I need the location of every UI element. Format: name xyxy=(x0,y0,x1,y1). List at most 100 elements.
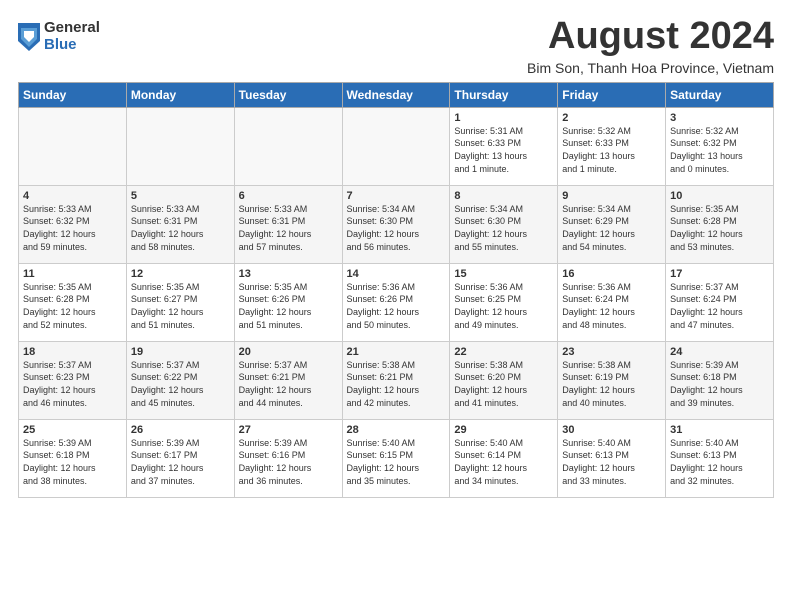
day-detail: Sunrise: 5:33 AM Sunset: 6:31 PM Dayligh… xyxy=(239,203,338,253)
logo-general-text: General xyxy=(44,20,100,37)
table-row xyxy=(342,107,450,185)
day-detail: Sunrise: 5:36 AM Sunset: 6:26 PM Dayligh… xyxy=(347,281,446,331)
day-detail: Sunrise: 5:31 AM Sunset: 6:33 PM Dayligh… xyxy=(454,125,553,175)
header-sunday: Sunday xyxy=(19,82,127,107)
header-wednesday: Wednesday xyxy=(342,82,450,107)
table-row: 7Sunrise: 5:34 AM Sunset: 6:30 PM Daylig… xyxy=(342,185,450,263)
table-row xyxy=(126,107,234,185)
day-number: 3 xyxy=(670,112,769,124)
table-row: 22Sunrise: 5:38 AM Sunset: 6:20 PM Dayli… xyxy=(450,341,558,419)
table-row: 25Sunrise: 5:39 AM Sunset: 6:18 PM Dayli… xyxy=(19,419,127,497)
day-number: 29 xyxy=(454,424,553,436)
day-detail: Sunrise: 5:34 AM Sunset: 6:30 PM Dayligh… xyxy=(347,203,446,253)
day-number: 16 xyxy=(562,268,661,280)
table-row: 13Sunrise: 5:35 AM Sunset: 6:26 PM Dayli… xyxy=(234,263,342,341)
day-number: 22 xyxy=(454,346,553,358)
day-number: 1 xyxy=(454,112,553,124)
day-number: 8 xyxy=(454,190,553,202)
title-block: August 2024 Bim Son, Thanh Hoa Province,… xyxy=(527,16,774,76)
table-row: 29Sunrise: 5:40 AM Sunset: 6:14 PM Dayli… xyxy=(450,419,558,497)
day-number: 2 xyxy=(562,112,661,124)
day-number: 10 xyxy=(670,190,769,202)
day-detail: Sunrise: 5:35 AM Sunset: 6:28 PM Dayligh… xyxy=(670,203,769,253)
location: Bim Son, Thanh Hoa Province, Vietnam xyxy=(527,60,774,76)
table-row: 3Sunrise: 5:32 AM Sunset: 6:32 PM Daylig… xyxy=(666,107,774,185)
day-detail: Sunrise: 5:39 AM Sunset: 6:17 PM Dayligh… xyxy=(131,437,230,487)
day-number: 23 xyxy=(562,346,661,358)
table-row: 9Sunrise: 5:34 AM Sunset: 6:29 PM Daylig… xyxy=(558,185,666,263)
day-detail: Sunrise: 5:39 AM Sunset: 6:18 PM Dayligh… xyxy=(670,359,769,409)
day-detail: Sunrise: 5:37 AM Sunset: 6:22 PM Dayligh… xyxy=(131,359,230,409)
logo-icon xyxy=(18,23,40,51)
day-number: 5 xyxy=(131,190,230,202)
day-number: 31 xyxy=(670,424,769,436)
table-row: 8Sunrise: 5:34 AM Sunset: 6:30 PM Daylig… xyxy=(450,185,558,263)
table-row: 27Sunrise: 5:39 AM Sunset: 6:16 PM Dayli… xyxy=(234,419,342,497)
page: General Blue August 2024 Bim Son, Thanh … xyxy=(0,0,792,508)
day-detail: Sunrise: 5:35 AM Sunset: 6:26 PM Dayligh… xyxy=(239,281,338,331)
day-number: 17 xyxy=(670,268,769,280)
header-thursday: Thursday xyxy=(450,82,558,107)
day-detail: Sunrise: 5:39 AM Sunset: 6:16 PM Dayligh… xyxy=(239,437,338,487)
table-row: 24Sunrise: 5:39 AM Sunset: 6:18 PM Dayli… xyxy=(666,341,774,419)
calendar: Sunday Monday Tuesday Wednesday Thursday… xyxy=(18,82,774,498)
logo: General Blue xyxy=(18,20,100,53)
day-number: 20 xyxy=(239,346,338,358)
day-number: 6 xyxy=(239,190,338,202)
table-row: 1Sunrise: 5:31 AM Sunset: 6:33 PM Daylig… xyxy=(450,107,558,185)
table-row: 23Sunrise: 5:38 AM Sunset: 6:19 PM Dayli… xyxy=(558,341,666,419)
table-row: 18Sunrise: 5:37 AM Sunset: 6:23 PM Dayli… xyxy=(19,341,127,419)
calendar-header-row: Sunday Monday Tuesday Wednesday Thursday… xyxy=(19,82,774,107)
day-detail: Sunrise: 5:32 AM Sunset: 6:33 PM Dayligh… xyxy=(562,125,661,175)
table-row: 5Sunrise: 5:33 AM Sunset: 6:31 PM Daylig… xyxy=(126,185,234,263)
table-row: 28Sunrise: 5:40 AM Sunset: 6:15 PM Dayli… xyxy=(342,419,450,497)
table-row: 30Sunrise: 5:40 AM Sunset: 6:13 PM Dayli… xyxy=(558,419,666,497)
table-row: 17Sunrise: 5:37 AM Sunset: 6:24 PM Dayli… xyxy=(666,263,774,341)
month-title: August 2024 xyxy=(527,16,774,58)
day-detail: Sunrise: 5:40 AM Sunset: 6:14 PM Dayligh… xyxy=(454,437,553,487)
day-number: 26 xyxy=(131,424,230,436)
day-number: 21 xyxy=(347,346,446,358)
day-number: 15 xyxy=(454,268,553,280)
day-detail: Sunrise: 5:36 AM Sunset: 6:24 PM Dayligh… xyxy=(562,281,661,331)
header-tuesday: Tuesday xyxy=(234,82,342,107)
day-detail: Sunrise: 5:34 AM Sunset: 6:29 PM Dayligh… xyxy=(562,203,661,253)
table-row: 21Sunrise: 5:38 AM Sunset: 6:21 PM Dayli… xyxy=(342,341,450,419)
day-detail: Sunrise: 5:32 AM Sunset: 6:32 PM Dayligh… xyxy=(670,125,769,175)
logo-blue-text: Blue xyxy=(44,37,100,54)
day-number: 18 xyxy=(23,346,122,358)
day-number: 4 xyxy=(23,190,122,202)
day-number: 13 xyxy=(239,268,338,280)
day-detail: Sunrise: 5:37 AM Sunset: 6:24 PM Dayligh… xyxy=(670,281,769,331)
day-number: 30 xyxy=(562,424,661,436)
day-number: 25 xyxy=(23,424,122,436)
table-row: 14Sunrise: 5:36 AM Sunset: 6:26 PM Dayli… xyxy=(342,263,450,341)
day-detail: Sunrise: 5:37 AM Sunset: 6:23 PM Dayligh… xyxy=(23,359,122,409)
day-detail: Sunrise: 5:36 AM Sunset: 6:25 PM Dayligh… xyxy=(454,281,553,331)
table-row: 19Sunrise: 5:37 AM Sunset: 6:22 PM Dayli… xyxy=(126,341,234,419)
calendar-week-row: 1Sunrise: 5:31 AM Sunset: 6:33 PM Daylig… xyxy=(19,107,774,185)
day-number: 19 xyxy=(131,346,230,358)
header-friday: Friday xyxy=(558,82,666,107)
header-saturday: Saturday xyxy=(666,82,774,107)
logo-text: General Blue xyxy=(44,20,100,53)
calendar-week-row: 25Sunrise: 5:39 AM Sunset: 6:18 PM Dayli… xyxy=(19,419,774,497)
day-detail: Sunrise: 5:40 AM Sunset: 6:13 PM Dayligh… xyxy=(670,437,769,487)
day-detail: Sunrise: 5:37 AM Sunset: 6:21 PM Dayligh… xyxy=(239,359,338,409)
day-detail: Sunrise: 5:34 AM Sunset: 6:30 PM Dayligh… xyxy=(454,203,553,253)
day-detail: Sunrise: 5:39 AM Sunset: 6:18 PM Dayligh… xyxy=(23,437,122,487)
table-row: 10Sunrise: 5:35 AM Sunset: 6:28 PM Dayli… xyxy=(666,185,774,263)
header-monday: Monday xyxy=(126,82,234,107)
table-row: 11Sunrise: 5:35 AM Sunset: 6:28 PM Dayli… xyxy=(19,263,127,341)
table-row: 31Sunrise: 5:40 AM Sunset: 6:13 PM Dayli… xyxy=(666,419,774,497)
table-row: 15Sunrise: 5:36 AM Sunset: 6:25 PM Dayli… xyxy=(450,263,558,341)
calendar-week-row: 11Sunrise: 5:35 AM Sunset: 6:28 PM Dayli… xyxy=(19,263,774,341)
table-row: 4Sunrise: 5:33 AM Sunset: 6:32 PM Daylig… xyxy=(19,185,127,263)
day-detail: Sunrise: 5:38 AM Sunset: 6:21 PM Dayligh… xyxy=(347,359,446,409)
day-number: 27 xyxy=(239,424,338,436)
table-row xyxy=(234,107,342,185)
day-number: 9 xyxy=(562,190,661,202)
table-row: 2Sunrise: 5:32 AM Sunset: 6:33 PM Daylig… xyxy=(558,107,666,185)
day-detail: Sunrise: 5:40 AM Sunset: 6:13 PM Dayligh… xyxy=(562,437,661,487)
day-detail: Sunrise: 5:33 AM Sunset: 6:31 PM Dayligh… xyxy=(131,203,230,253)
